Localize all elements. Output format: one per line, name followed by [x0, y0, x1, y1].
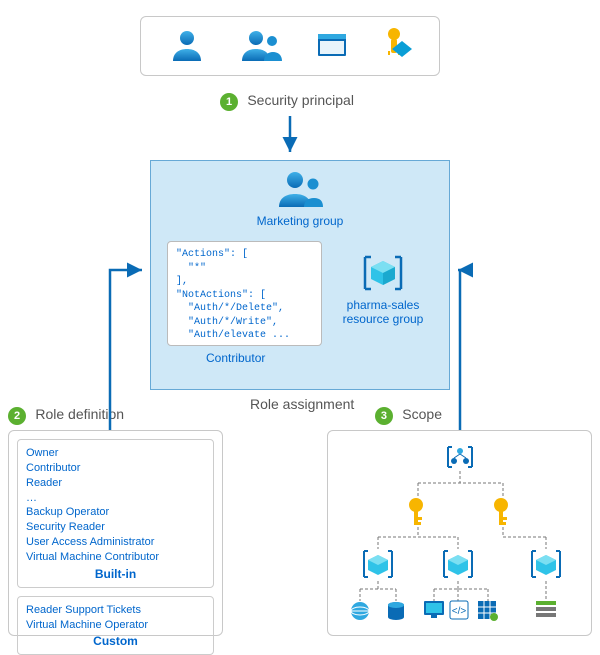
service-principal-icon: [317, 31, 347, 62]
resource-group-icon: [359, 251, 407, 295]
resource-storage-icon: [536, 601, 556, 617]
resource-db-icon: [388, 602, 404, 620]
badge-one: 1: [220, 93, 238, 111]
list-item: Reader: [26, 476, 205, 491]
resource-group-node: pharma-sales resource group: [333, 251, 433, 326]
custom-roles-card: Reader Support Tickets Virtual Machine O…: [17, 596, 214, 655]
scope-text: Scope: [402, 406, 442, 422]
badge-three: 3: [375, 407, 393, 425]
list-item: Contributor: [26, 461, 205, 476]
badge-two: 2: [8, 407, 26, 425]
custom-label: Custom: [26, 634, 205, 648]
contributor-label: Contributor: [206, 351, 265, 365]
resource-monitor-icon: [424, 601, 444, 618]
role-definition-text: Role definition: [35, 406, 124, 422]
subscription-key-icon: [409, 498, 423, 525]
marketing-group-label: Marketing group: [151, 214, 449, 228]
role-definition-panel: Owner Contributor Reader … Backup Operat…: [8, 430, 223, 636]
list-item: Virtual Machine Contributor: [26, 550, 205, 565]
security-principal-label: 1 Security principal: [220, 92, 354, 111]
security-principal-text: Security principal: [247, 92, 354, 108]
svg-text:</>: </>: [452, 606, 467, 617]
role-assignment-label: Role assignment: [250, 396, 354, 412]
security-principal-panel: [140, 16, 440, 76]
list-item: Virtual Machine Operator: [26, 618, 205, 633]
builtin-label: Built-in: [26, 567, 205, 581]
group-icon: [240, 27, 282, 66]
marketing-group-icon: [151, 161, 449, 210]
list-item: Reader Support Tickets: [26, 603, 205, 618]
scope-heading: 3 Scope: [375, 406, 442, 425]
role-definition-heading: 2 Role definition: [8, 406, 124, 425]
role-definition-json: "Actions": [ "*" ], "NotActions": [ "Aut…: [167, 241, 322, 346]
list-item: …: [26, 491, 205, 506]
managed-identity-icon: [382, 27, 412, 66]
list-item: User Access Administrator: [26, 535, 205, 550]
resource-group-icon: [532, 551, 560, 577]
scope-tree-svg: </>: [328, 431, 593, 637]
resource-web-icon: [351, 602, 369, 620]
principal-icons-row: [141, 17, 439, 75]
rg-word: resource group: [333, 312, 433, 326]
management-group-icon: [448, 447, 472, 467]
role-assignment-block: Marketing group "Actions": [ "*" ], "Not…: [150, 160, 450, 390]
builtin-roles-list: Owner Contributor Reader … Backup Operat…: [26, 446, 205, 565]
user-icon: [169, 27, 205, 66]
scope-panel: </>: [327, 430, 592, 636]
resource-grid-icon: [478, 601, 498, 621]
builtin-roles-card: Owner Contributor Reader … Backup Operat…: [17, 439, 214, 588]
custom-roles-list: Reader Support Tickets Virtual Machine O…: [26, 603, 205, 633]
list-item: Backup Operator: [26, 505, 205, 520]
list-item: Owner: [26, 446, 205, 461]
resource-code-icon: </>: [450, 601, 468, 619]
subscription-key-icon: [494, 498, 508, 525]
list-item: Security Reader: [26, 520, 205, 535]
resource-group-icon: [444, 551, 472, 577]
resource-group-icon: [364, 551, 392, 577]
rg-name: pharma-sales: [333, 298, 433, 312]
